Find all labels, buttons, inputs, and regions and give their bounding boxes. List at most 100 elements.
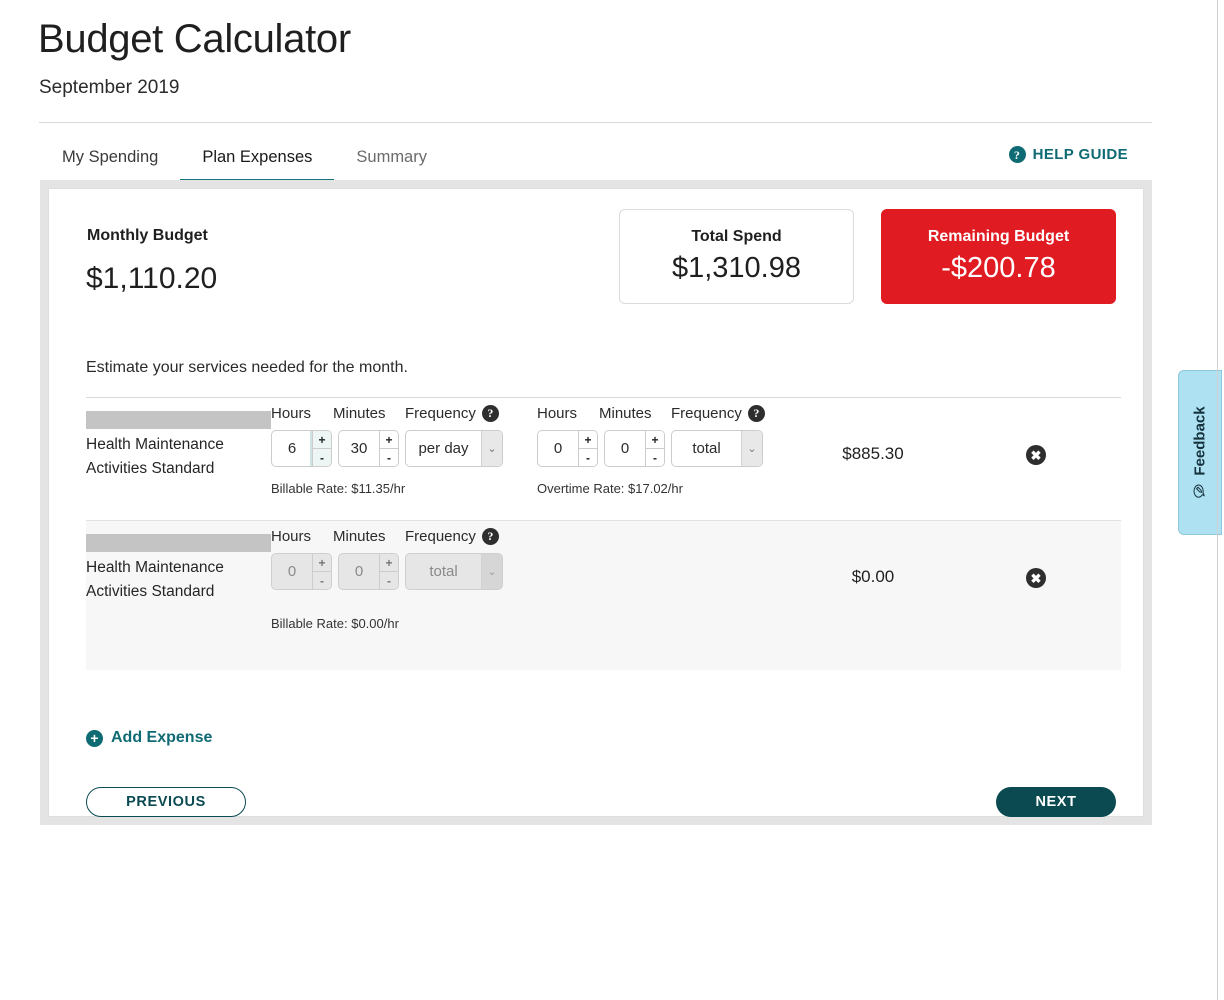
chevron-down-icon: ⌄ (481, 554, 502, 589)
overtime-rate-note: Overtime Rate: $17.02/hr (537, 481, 683, 496)
regular-minutes-stepper[interactable]: 30 + - (338, 430, 399, 467)
feedback-label: Feedback (1191, 406, 1209, 476)
overtime-minutes-increment[interactable]: + (646, 431, 664, 448)
frequency-label: Frequency (405, 404, 476, 422)
overtime-hours-label: Hours (537, 404, 578, 422)
monthly-budget-label: Monthly Budget (87, 227, 208, 244)
overtime-frequency-label-group: Frequency ? (671, 404, 765, 422)
overtime-minutes-value[interactable]: 0 (605, 431, 645, 466)
hours-label: Hours (271, 404, 312, 422)
page-subtitle: September 2019 (39, 77, 180, 98)
frequency-label: Frequency (405, 527, 476, 545)
service-cell: Health Maintenance Activities Standard (86, 398, 271, 481)
help-guide-link[interactable]: ? HELP GUIDE (1008, 146, 1128, 163)
billable-rate-note: Billable Rate: $11.35/hr (271, 481, 406, 496)
overtime-frequency-value: total (692, 440, 721, 457)
monthly-budget-value: $1,110.20 (86, 262, 218, 295)
regular-frequency-value: total (429, 563, 458, 580)
regular-hours-stepper: 0 + - (271, 553, 332, 590)
expense-list: Health Maintenance Activities Standard H… (86, 398, 1121, 670)
overtime-hours-decrement[interactable]: - (579, 448, 597, 466)
overtime-hours-stepper-buttons: + - (578, 431, 597, 466)
minutes-label: Minutes (333, 527, 386, 545)
regular-minutes-increment[interactable]: + (380, 431, 398, 448)
regular-hours-stepper-buttons: + - (312, 554, 331, 589)
remaining-budget-value: -$200.78 (941, 252, 1056, 284)
table-row: Health Maintenance Activities Standard H… (86, 398, 1121, 520)
right-edge-divider (1217, 0, 1218, 1000)
minutes-label: Minutes (333, 404, 386, 422)
service-placeholder-bar (86, 411, 271, 429)
feedback-inner: Feedback (1192, 406, 1209, 498)
budget-calculator-page: Budget Calculator September 2019 My Spen… (0, 0, 1224, 1000)
tab-summary[interactable]: Summary (334, 140, 449, 183)
chevron-down-icon: ⌄ (741, 431, 762, 466)
frequency-label-group: Frequency ? (405, 527, 499, 545)
overtime-minutes-stepper-buttons: + - (645, 431, 664, 466)
regular-hours-decrement[interactable]: - (313, 448, 331, 466)
regular-hours-increment: + (313, 554, 331, 571)
content-panel: Monthly Budget $1,110.20 Total Spend $1,… (48, 188, 1144, 817)
regular-minutes-stepper-buttons: + - (379, 554, 398, 589)
service-cell: Health Maintenance Activities Standard (86, 521, 271, 604)
tab-my-spending[interactable]: My Spending (40, 140, 180, 183)
regular-minutes-value: 0 (354, 563, 364, 580)
service-name: Health Maintenance Activities Standard (86, 559, 224, 600)
tab-plan-expenses[interactable]: Plan Expenses (180, 140, 335, 183)
regular-hours-stepper-buttons: + - (312, 431, 331, 466)
overtime-minutes-stepper[interactable]: 0 + - (604, 430, 665, 467)
billable-rate-note: Billable Rate: $0.00/hr (271, 616, 399, 631)
regular-minutes-decrement[interactable]: - (380, 448, 398, 466)
next-button[interactable]: NEXT (996, 787, 1116, 817)
service-placeholder-bar (86, 534, 271, 552)
chevron-down-icon: ⌄ (481, 431, 502, 466)
header-divider (39, 122, 1152, 123)
regular-hours-increment[interactable]: + (313, 431, 331, 448)
overtime-frequency-label: Frequency (671, 404, 742, 422)
regular-hours-stepper[interactable]: 6 + - (271, 430, 332, 467)
regular-minutes-stepper-buttons: + - (379, 431, 398, 466)
row-amount: $0.00 (851, 567, 895, 586)
add-expense-button[interactable]: + Add Expense (86, 729, 212, 747)
overtime-hours-increment[interactable]: + (579, 431, 597, 448)
regular-frequency-select[interactable]: per day ⌄ (405, 430, 503, 467)
table-row: Health Maintenance Activities Standard H… (86, 520, 1121, 670)
remaining-budget-card: Remaining Budget -$200.78 (881, 209, 1116, 304)
help-guide-label: HELP GUIDE (1032, 146, 1128, 163)
remaining-budget-label: Remaining Budget (927, 228, 1070, 245)
feedback-tab[interactable]: Feedback (1178, 370, 1222, 535)
frequency-help-icon[interactable]: ? (481, 404, 499, 422)
hours-label: Hours (271, 527, 312, 545)
row-amount: $885.30 (842, 444, 904, 463)
delete-row-icon[interactable]: ✖ (1026, 568, 1046, 588)
regular-frequency-value: per day (418, 440, 469, 457)
overtime-minutes-decrement[interactable]: - (646, 448, 664, 466)
frequency-help-icon[interactable]: ? (481, 527, 499, 545)
overtime-minutes-label: Minutes (599, 404, 652, 422)
total-spend-value: $1,310.98 (671, 252, 801, 284)
instructions-text: Estimate your services needed for the mo… (86, 359, 408, 376)
tab-bar: My Spending Plan Expenses Summary (40, 140, 449, 183)
overtime-hours-value[interactable]: 0 (538, 431, 578, 466)
frequency-label-group: Frequency ? (405, 404, 499, 422)
service-name: Health Maintenance Activities Standard (86, 436, 224, 477)
regular-minutes-value[interactable]: 30 (339, 431, 379, 466)
overtime-hours-stepper[interactable]: 0 + - (537, 430, 598, 467)
delete-row-icon[interactable]: ✖ (1026, 445, 1046, 465)
overtime-frequency-help-icon[interactable]: ? (747, 404, 765, 422)
regular-minutes-increment: + (380, 554, 398, 571)
question-circle-icon: ? (1008, 146, 1026, 163)
regular-minutes-decrement: - (380, 571, 398, 589)
regular-hours-value: 0 (287, 563, 297, 580)
total-spend-card: Total Spend $1,310.98 (619, 209, 854, 304)
plus-circle-icon: + (86, 729, 103, 747)
overtime-hours-group: Hours Minutes Frequency ? 0 + - 0 + - to… (537, 398, 765, 496)
regular-hours-decrement: - (313, 571, 331, 589)
overtime-frequency-select[interactable]: total ⌄ (671, 430, 763, 467)
previous-button[interactable]: PREVIOUS (86, 787, 246, 817)
regular-frequency-select: total ⌄ (405, 553, 503, 590)
total-spend-label: Total Spend (691, 228, 782, 245)
regular-hours-group: Hours Minutes Frequency ? 6 + - 30 + - p… (271, 398, 503, 496)
regular-hours-value[interactable]: 6 (272, 431, 312, 466)
page-title: Budget Calculator (38, 17, 351, 61)
